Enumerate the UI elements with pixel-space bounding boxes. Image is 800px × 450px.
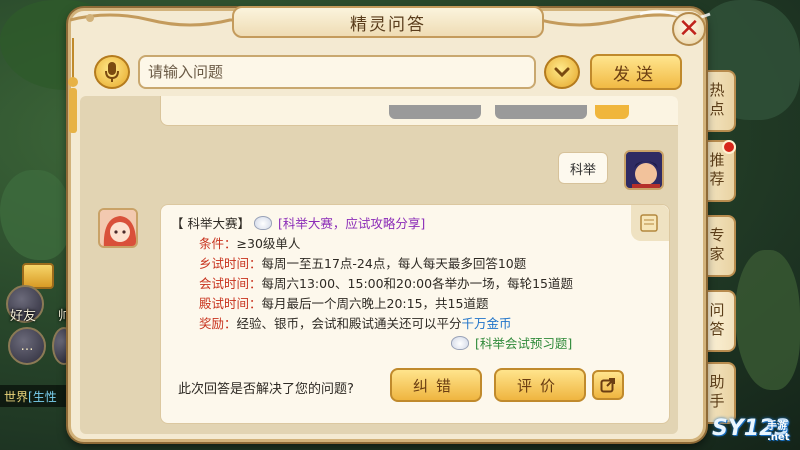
- row-label: 乡试时间：: [199, 256, 262, 271]
- chat-history[interactable]: 科举 【 科举大赛】 [科举大赛，应试攻略分享] 条件：≥30级单人 乡试时间：…: [80, 96, 678, 434]
- previous-share-button[interactable]: [595, 105, 629, 119]
- close-icon: ✕: [678, 14, 700, 44]
- user-avatar-image: [626, 152, 662, 188]
- scroll-icon[interactable]: [631, 205, 669, 241]
- previous-correct-button[interactable]: [389, 105, 481, 119]
- microphone-icon: [105, 62, 119, 82]
- answer-header-prefix: 【 科举大赛】: [171, 216, 250, 231]
- pet-icon: [253, 216, 272, 230]
- close-button[interactable]: ✕: [672, 12, 706, 46]
- chat-bubble-icon[interactable]: …: [8, 327, 46, 365]
- answer-row: 会试时间：每周六13:00、15:00和20:00各举办一场，每轮15道题: [199, 273, 573, 292]
- answer-row: 殿试时间：每月最后一个周六晚上20:15，共15道题: [199, 293, 488, 312]
- row-label: 殿试时间：: [199, 296, 262, 311]
- correct-error-button[interactable]: 纠错: [390, 368, 482, 402]
- question-input[interactable]: [138, 55, 536, 89]
- notification-dot: [722, 140, 736, 154]
- user-avatar: [624, 150, 664, 190]
- share-button[interactable]: [592, 370, 624, 400]
- row-text: ≥30级单人: [236, 236, 301, 251]
- watermark-logo: SY123 手游 .net: [712, 416, 790, 443]
- previous-answer-bubble: [160, 96, 678, 126]
- spirit-avatar-image: [100, 210, 136, 246]
- rate-button[interactable]: 评价: [494, 368, 586, 402]
- feedback-question: 此次回答是否解决了您的问题?: [178, 382, 354, 397]
- background-foliage: [0, 170, 70, 260]
- scroll-glyph: [640, 214, 658, 232]
- strategy-link[interactable]: [科举大赛，应试攻略分享]: [278, 216, 425, 231]
- watermark-sub: 手游 .net: [767, 421, 790, 443]
- pet-icon: [451, 336, 469, 350]
- send-button[interactable]: 发送: [590, 54, 682, 90]
- row-label: 奖励：: [199, 316, 237, 331]
- row-label: 条件：: [199, 236, 237, 251]
- row-label: 会试时间：: [199, 276, 262, 291]
- page-title: 精灵问答: [232, 6, 544, 38]
- world-chat-bar[interactable]: 世界[生性: [0, 385, 75, 407]
- voice-input-button[interactable]: [94, 55, 130, 89]
- practice-questions-link[interactable]: [科举会试预习题]: [475, 336, 572, 351]
- chevron-down-icon: [554, 67, 570, 78]
- spirit-avatar: [98, 208, 138, 248]
- answer-row: 奖励：经验、银币，会试和殿试通关还可以平分千万金币: [199, 313, 512, 332]
- share-icon: [600, 378, 615, 393]
- background-foliage: [735, 250, 800, 390]
- previous-rate-button[interactable]: [495, 105, 587, 119]
- row-text: 每月最后一个周六晚上20:15，共15道题: [261, 296, 489, 311]
- answer-row: 乡试时间：每周一至五17点-24点，每人每天最多回答10题: [199, 253, 526, 272]
- answer-row: 条件：≥30级单人: [199, 233, 300, 252]
- world-chat-tag: [生性: [28, 390, 57, 404]
- friends-label: 好友: [10, 309, 37, 324]
- practice-link-line: [科举会试预习题]: [451, 333, 572, 352]
- history-dropdown-button[interactable]: [544, 55, 580, 89]
- answer-header: 【 科举大赛】 [科举大赛，应试攻略分享]: [171, 213, 425, 232]
- game-side-controls: 好友 帅 …: [0, 255, 76, 450]
- tassel-decoration: [68, 38, 78, 133]
- row-text: 每周六13:00、15:00和20:00各举办一场，每轮15道题: [261, 276, 573, 291]
- reward-highlight: 千万金币: [461, 316, 512, 331]
- row-text: 经验、银币，会试和殿试通关还可以平分: [236, 316, 462, 331]
- row-text: 每周一至五17点-24点，每人每天最多回答10题: [261, 256, 527, 271]
- user-message-bubble: 科举: [558, 152, 608, 184]
- world-chat-channel: 世界: [4, 390, 29, 404]
